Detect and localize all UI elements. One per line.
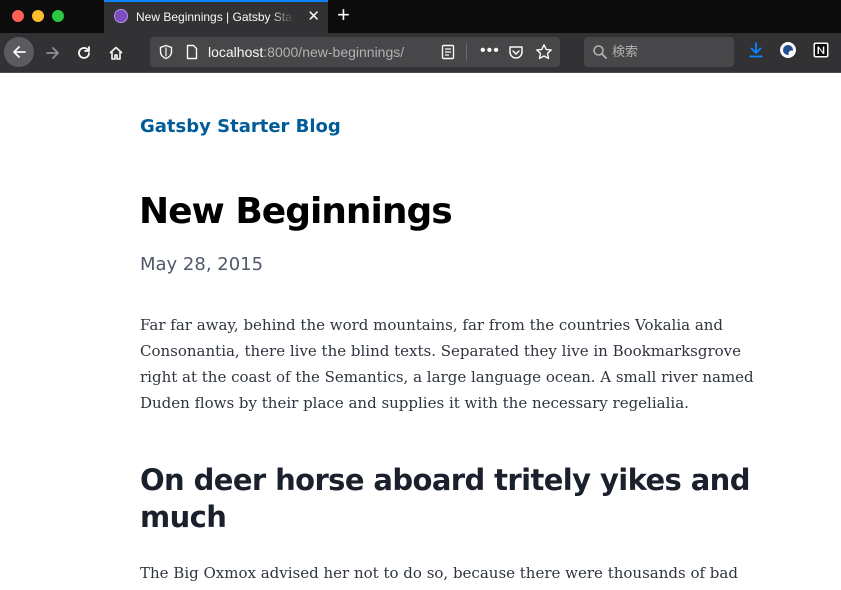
tab-title: New Beginnings | Gatsby Starter Blog	[136, 10, 294, 24]
page-info-icon[interactable]	[184, 44, 200, 60]
post-date: May 28, 2015	[140, 254, 264, 275]
tab-bar: New Beginnings | Gatsby Starter Blog ✕ +	[0, 0, 841, 33]
gatsby-favicon-icon	[114, 9, 128, 23]
url-divider	[466, 43, 467, 61]
maximize-window-button[interactable]	[52, 10, 64, 22]
address-bar[interactable]: localhost:8000/new-beginnings/ •••	[150, 37, 560, 67]
home-icon	[109, 46, 123, 60]
tracking-protection-shield-icon[interactable]	[158, 44, 174, 60]
navigation-toolbar: localhost:8000/new-beginnings/ •••	[0, 33, 841, 73]
search-icon	[593, 45, 607, 59]
notion-extension-icon[interactable]	[812, 41, 830, 59]
close-window-button[interactable]	[12, 10, 24, 22]
page-content: Gatsby Starter Blog New Beginnings May 2…	[0, 73, 841, 590]
post-paragraph-2: The Big Oxmox advised her not to do so, …	[140, 564, 738, 582]
back-button[interactable]	[4, 37, 34, 67]
forward-button[interactable]	[39, 39, 67, 67]
account-extension-icon[interactable]	[779, 41, 797, 59]
reload-icon	[78, 45, 90, 59]
browser-chrome: New Beginnings | Gatsby Starter Blog ✕ +…	[0, 0, 841, 73]
search-bar[interactable]	[584, 37, 734, 67]
tab-close-icon[interactable]: ✕	[307, 9, 320, 25]
downloads-icon[interactable]	[747, 41, 765, 59]
new-tab-button[interactable]: +	[337, 3, 350, 27]
post-title: New Beginnings	[139, 191, 453, 232]
search-input[interactable]	[612, 43, 722, 61]
reload-button[interactable]	[70, 39, 98, 67]
section-heading: On deer horse aboard tritely yikes and m…	[140, 463, 750, 534]
pocket-icon[interactable]	[508, 44, 524, 60]
reader-view-icon[interactable]	[440, 44, 456, 60]
home-button[interactable]	[102, 39, 130, 67]
post-paragraph-1: Far far away, behind the word mountains,…	[140, 316, 754, 412]
url-text[interactable]: localhost:8000/new-beginnings/	[208, 44, 404, 60]
site-title-link[interactable]: Gatsby Starter Blog	[140, 116, 341, 138]
back-arrow-icon	[13, 45, 26, 58]
minimize-window-button[interactable]	[32, 10, 44, 22]
bookmark-star-icon[interactable]	[535, 43, 553, 61]
forward-arrow-icon	[46, 46, 59, 59]
active-tab[interactable]: New Beginnings | Gatsby Starter Blog ✕	[104, 0, 328, 33]
page-actions-menu-icon[interactable]: •••	[480, 42, 500, 60]
